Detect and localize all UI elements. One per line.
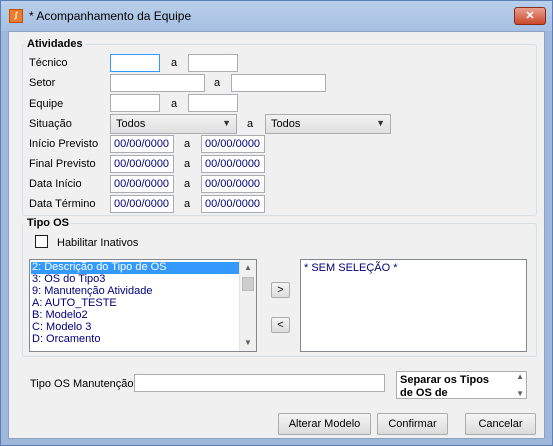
data-termino-separator: a bbox=[184, 198, 191, 210]
situacao-to-select[interactable]: Todos ▼ bbox=[265, 114, 391, 134]
manutencao-input[interactable] bbox=[134, 374, 385, 392]
list-item[interactable]: C: Modelo 3 bbox=[32, 322, 91, 333]
title-bar: ꭍ * Acompanhamento da Equipe ✕ bbox=[1, 1, 552, 31]
situacao-from-value: Todos bbox=[116, 118, 146, 130]
tipo-os-selected-list[interactable]: * SEM SELEÇÃO * bbox=[300, 259, 527, 352]
final-previsto-from-input[interactable]: 00/00/0000 bbox=[110, 155, 174, 173]
tecnico-from-input[interactable] bbox=[110, 54, 160, 72]
inicio-previsto-to-input[interactable]: 00/00/0000 bbox=[201, 135, 265, 153]
final-previsto-to-input[interactable]: 00/00/0000 bbox=[201, 155, 265, 173]
alterar-modelo-button[interactable]: Alterar Modelo bbox=[278, 413, 371, 435]
confirmar-button[interactable]: Confirmar bbox=[377, 413, 448, 435]
cancelar-button[interactable]: Cancelar bbox=[465, 413, 536, 435]
scrollbar-thumb[interactable] bbox=[242, 277, 254, 291]
close-button[interactable]: ✕ bbox=[514, 7, 546, 25]
list-item[interactable]: 9: Manutenção Atividade bbox=[32, 286, 152, 297]
window-title: * Acompanhamento da Equipe bbox=[29, 9, 192, 23]
app-icon: ꭍ bbox=[9, 9, 23, 23]
equipe-label: Equipe bbox=[29, 98, 64, 110]
chevron-down-icon: ▼ bbox=[376, 118, 385, 128]
tecnico-separator: a bbox=[171, 57, 178, 69]
situacao-separator: a bbox=[247, 118, 254, 130]
habilitar-inativos-label: Habilitar Inativos bbox=[57, 237, 139, 249]
setor-to-input[interactable] bbox=[231, 74, 326, 92]
tipo-os-legend: Tipo OS bbox=[25, 217, 71, 229]
data-inicio-to-input[interactable]: 00/00/0000 bbox=[201, 175, 265, 193]
dialog-body: Atividades Técnico a Setor a Equipe a Si… bbox=[8, 31, 545, 439]
manutencao-label: Tipo OS Manutenção bbox=[30, 378, 134, 390]
inicio-previsto-from-input[interactable]: 00/00/0000 bbox=[110, 135, 174, 153]
window: ꭍ * Acompanhamento da Equipe ✕ Atividade… bbox=[0, 0, 553, 446]
data-inicio-from-input[interactable]: 00/00/0000 bbox=[110, 175, 174, 193]
equipe-to-input[interactable] bbox=[188, 94, 238, 112]
remove-button[interactable]: < bbox=[271, 317, 290, 333]
situacao-label: Situação bbox=[29, 118, 72, 130]
chevron-down-icon: ▼ bbox=[222, 118, 231, 128]
scrollbar[interactable]: ▲ ▼ bbox=[239, 260, 256, 351]
setor-label: Setor bbox=[29, 77, 56, 89]
inicio-previsto-label: Início Previsto bbox=[29, 138, 99, 150]
manutencao-memo[interactable]: Separar os Tipos de OS de manutenção ▲ ▼ bbox=[396, 371, 527, 399]
tipo-os-available-list[interactable]: 2: Descrição do Tipo de OS 3: OS do Tipo… bbox=[29, 259, 257, 352]
list-item[interactable]: D: Orcamento bbox=[32, 334, 100, 345]
chevron-down-icon[interactable]: ▼ bbox=[240, 335, 256, 351]
equipe-separator: a bbox=[171, 98, 178, 110]
chevron-up-icon[interactable]: ▲ bbox=[240, 260, 256, 276]
situacao-to-value: Todos bbox=[271, 118, 301, 130]
chevron-up-icon[interactable]: ▲ bbox=[516, 372, 524, 381]
add-button[interactable]: > bbox=[271, 282, 290, 298]
data-inicio-separator: a bbox=[184, 178, 191, 190]
list-item[interactable]: 3: OS do Tipo3 bbox=[32, 274, 105, 285]
data-inicio-label: Data Início bbox=[29, 178, 82, 190]
atividades-legend: Atividades bbox=[25, 38, 85, 50]
final-previsto-label: Final Previsto bbox=[29, 158, 96, 170]
tecnico-label: Técnico bbox=[29, 57, 68, 69]
equipe-from-input[interactable] bbox=[110, 94, 160, 112]
data-termino-to-input[interactable]: 00/00/0000 bbox=[201, 195, 265, 213]
list-item[interactable]: * SEM SELEÇÃO * bbox=[304, 263, 398, 274]
situacao-from-select[interactable]: Todos ▼ bbox=[110, 114, 237, 134]
inicio-previsto-separator: a bbox=[184, 138, 191, 150]
list-item[interactable]: A: AUTO_TESTE bbox=[32, 298, 117, 309]
setor-from-input[interactable] bbox=[110, 74, 205, 92]
list-item[interactable]: B: Modelo2 bbox=[32, 310, 88, 321]
setor-separator: a bbox=[214, 77, 221, 89]
final-previsto-separator: a bbox=[184, 158, 191, 170]
data-termino-from-input[interactable]: 00/00/0000 bbox=[110, 195, 174, 213]
habilitar-inativos-checkbox[interactable] bbox=[35, 235, 48, 248]
manutencao-memo-text: Separar os Tipos de OS de manutenção bbox=[400, 374, 490, 399]
close-icon: ✕ bbox=[525, 10, 535, 22]
data-termino-label: Data Término bbox=[29, 198, 96, 210]
tecnico-to-input[interactable] bbox=[188, 54, 238, 72]
chevron-down-icon[interactable]: ▼ bbox=[516, 389, 524, 398]
